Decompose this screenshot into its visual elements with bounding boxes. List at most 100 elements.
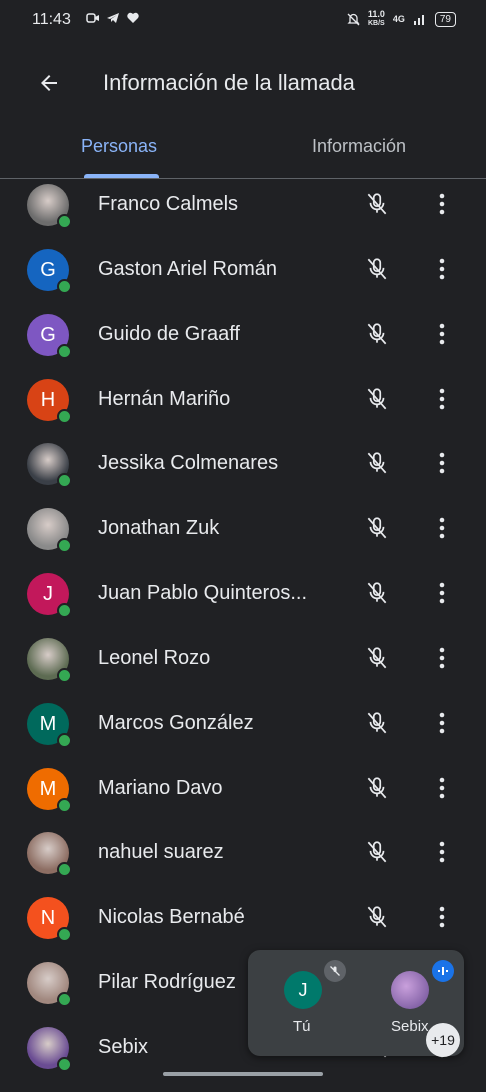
more-options-icon[interactable] [432, 514, 452, 542]
participant-row[interactable]: nahuel suarez [0, 832, 486, 897]
net-speed: 11.0 KB/S [368, 10, 385, 28]
tab-personas[interactable]: Personas [81, 136, 157, 157]
mute-bell-icon [347, 13, 360, 25]
mic-off-icon[interactable] [364, 255, 390, 283]
participant-name: Nicolas Bernabé [98, 906, 245, 928]
net-speed-value: 11.0 [367, 9, 385, 19]
more-options-icon[interactable] [432, 838, 452, 866]
participant-row[interactable]: Leonel Rozo [0, 638, 486, 703]
more-options-icon[interactable] [432, 320, 452, 348]
participant-name: Hernán Mariño [98, 388, 231, 410]
self-muted-badge [324, 960, 346, 982]
app-bar: Información de la llamada [0, 42, 486, 122]
mic-off-icon[interactable] [364, 579, 390, 607]
online-status-dot [57, 798, 72, 813]
online-status-dot [57, 668, 72, 683]
participant-name: Guido de Graaff [98, 323, 240, 345]
online-status-dot [57, 733, 72, 748]
more-options-icon[interactable] [432, 644, 452, 672]
avatar-initial: N [40, 906, 56, 929]
back-button[interactable] [30, 64, 68, 102]
online-status-dot [57, 992, 72, 1007]
mic-off-icon[interactable] [364, 320, 390, 348]
participant-row[interactable]: G Gaston Ariel Román [0, 249, 486, 314]
avatar-initial: M [39, 777, 57, 800]
net-speed-unit: KB/S [367, 20, 385, 27]
signal-icon [413, 15, 424, 25]
more-options-icon[interactable] [432, 190, 452, 218]
more-options-icon[interactable] [432, 385, 452, 413]
mic-off-icon[interactable] [364, 774, 390, 802]
online-status-dot [57, 409, 72, 424]
pip-window[interactable]: J Tú Sebix +19 [248, 950, 464, 1057]
battery-indicator: 79 [434, 11, 456, 27]
participant-name: Sebix [98, 1036, 149, 1058]
online-status-dot [57, 214, 72, 229]
participant-row[interactable]: M Marcos González [0, 703, 486, 768]
online-status-dot [57, 603, 72, 618]
status-right: 11.0 KB/S 4G 79 [347, 10, 456, 28]
online-status-dot [57, 538, 72, 553]
participant-name: Franco Calmels [98, 193, 239, 215]
participant-name: Gaston Ariel Román [98, 258, 277, 280]
participant-name: Marcos González [98, 712, 254, 734]
participant-name: Juan Pablo Quinteros... [98, 582, 308, 604]
participant-row[interactable]: Jonathan Zuk [0, 508, 486, 573]
participant-row[interactable]: G Guido de Graaff [0, 314, 486, 379]
status-bar: 11:43 11.0 KB/S 4G 79 [0, 0, 486, 42]
more-options-icon[interactable] [432, 709, 452, 737]
page-title: Información de la llamada [103, 70, 355, 95]
more-options-icon[interactable] [432, 255, 452, 283]
tab-informacion[interactable]: Información [312, 136, 406, 157]
avatar-initial: J [43, 582, 53, 605]
more-participants-badge[interactable]: +19 [426, 1023, 460, 1057]
mic-off-icon [330, 966, 340, 976]
notification-icons [86, 11, 140, 25]
participant-row[interactable]: Franco Calmels [0, 184, 486, 249]
participant-name: Jonathan Zuk [98, 517, 220, 539]
self-label: Tú [293, 1018, 311, 1035]
status-time: 11:43 [32, 11, 71, 28]
active-tab-indicator [84, 174, 159, 178]
mic-off-icon[interactable] [364, 190, 390, 218]
more-options-icon[interactable] [432, 903, 452, 931]
participant-row[interactable]: M Mariano Davo [0, 768, 486, 833]
gesture-nav-handle[interactable] [163, 1072, 323, 1076]
mic-off-icon[interactable] [364, 644, 390, 672]
mic-off-icon[interactable] [364, 449, 390, 477]
more-options-icon[interactable] [432, 449, 452, 477]
online-status-dot [57, 927, 72, 942]
online-status-dot [57, 1057, 72, 1072]
participant-name: Pilar Rodríguez [98, 971, 236, 993]
more-options-icon[interactable] [432, 774, 452, 802]
participant-name: Leonel Rozo [98, 647, 211, 669]
self-avatar: J [284, 971, 322, 1009]
mic-off-icon[interactable] [364, 838, 390, 866]
arrow-back-icon [41, 75, 57, 91]
participant-name: Jessika Colmenares [98, 452, 279, 474]
participant-row[interactable]: H Hernán Mariño [0, 379, 486, 444]
online-status-dot [57, 279, 72, 294]
telegram-icon [107, 13, 119, 23]
network-type: 4G [392, 14, 405, 24]
audio-level-icon [438, 967, 448, 975]
avatar-initial: G [40, 258, 56, 281]
participant-row[interactable]: Jessika Colmenares [0, 443, 486, 508]
online-status-dot [57, 344, 72, 359]
online-status-dot [57, 862, 72, 877]
tab-bar: Personas Información [0, 122, 486, 179]
participant-row[interactable]: J Juan Pablo Quinteros... [0, 573, 486, 638]
speaker-avatar [391, 971, 429, 1009]
speaking-badge [432, 960, 454, 982]
mic-off-icon[interactable] [364, 709, 390, 737]
avatar-initial: G [40, 323, 56, 346]
online-status-dot [57, 473, 72, 488]
video-icon [86, 13, 99, 23]
avatar-initial: H [40, 388, 56, 411]
avatar-initial: M [39, 712, 57, 735]
mic-off-icon[interactable] [364, 903, 390, 931]
more-options-icon[interactable] [432, 579, 452, 607]
mic-off-icon[interactable] [364, 514, 390, 542]
mic-off-icon[interactable] [364, 385, 390, 413]
heart-icon [127, 12, 139, 23]
